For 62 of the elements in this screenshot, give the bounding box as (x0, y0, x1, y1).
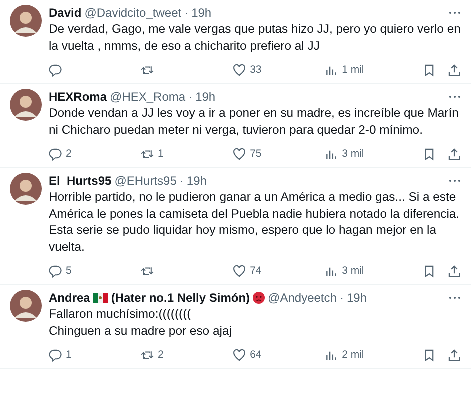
retweet-icon[interactable] (141, 348, 154, 362)
avatar[interactable] (10, 89, 42, 121)
user-handle[interactable]: @Andyeetch (268, 290, 337, 306)
reply-text: Horrible partido, no le pudieron ganar a un América a medio gas... Si a este América le pones la camiseta del Puebla nadie hubiera notado la diferencia. Esta serie se pudo liquidar hoy mismo, espero que lo hagan mejor en la vuelta. (49, 189, 461, 255)
like-icon[interactable] (233, 264, 246, 278)
separator-dot: · (340, 290, 344, 306)
reply-count: 1 (66, 349, 72, 361)
timestamp[interactable]: 19h (192, 5, 212, 21)
more-icon[interactable] (449, 11, 461, 15)
share-icon[interactable] (448, 264, 461, 278)
reply-count: 5 (66, 265, 72, 277)
timestamp[interactable]: 19h (186, 173, 207, 189)
retweet-count: 1 (158, 148, 164, 160)
like-count: 75 (250, 148, 262, 160)
display-name[interactable]: El_Hurts95 (49, 173, 112, 189)
like-count: 74 (250, 265, 262, 277)
avatar[interactable] (10, 290, 42, 322)
reply-icon[interactable] (49, 264, 62, 278)
avatar[interactable] (10, 5, 42, 37)
display-name[interactable]: David (49, 5, 82, 21)
like-icon[interactable] (233, 148, 246, 160)
more-icon[interactable] (449, 179, 461, 183)
bookmark-icon[interactable] (423, 348, 436, 362)
bookmark-icon[interactable] (423, 264, 436, 278)
views-count: 2 mil (342, 349, 364, 361)
like-count: 64 (250, 349, 262, 361)
user-handle[interactable]: @EHurts95 (114, 173, 177, 189)
retweet-icon[interactable] (141, 264, 154, 278)
share-icon[interactable] (448, 148, 461, 160)
timestamp[interactable]: 19h (196, 89, 216, 105)
reply-count: 2 (66, 148, 72, 160)
views-count: 3 mil (342, 265, 364, 277)
reply-text: Donde vendan a JJ les voy a ir a poner en su madre, es increíble que Marín ni Chicharo puedan meter ni verga, tuvieron para quedar 2-0 mínimo. (49, 105, 460, 138)
separator-dot: · (180, 173, 184, 189)
user-handle[interactable]: @Davidcito_tweet (84, 5, 182, 21)
separator-dot: · (188, 89, 193, 105)
reply-icon[interactable] (49, 348, 62, 362)
views-count: 1 mil (342, 64, 364, 76)
share-icon[interactable] (448, 64, 461, 76)
like-icon[interactable] (233, 348, 246, 362)
timestamp[interactable]: 19h (346, 290, 367, 306)
user-handle[interactable]: @HEX_Roma (110, 89, 186, 105)
views-count: 3 mil (342, 148, 364, 160)
reply-text: Fallaron muchísimo:(((((((( Chinguen a su madre por eso ajaj (49, 306, 233, 339)
separator-dot: · (184, 5, 189, 21)
avatar[interactable] (10, 173, 42, 205)
share-icon[interactable] (448, 348, 461, 362)
retweet-count: 2 (158, 349, 164, 361)
like-icon[interactable] (233, 64, 246, 76)
retweet-icon[interactable] (141, 148, 154, 160)
bookmark-icon[interactable] (423, 64, 436, 76)
more-icon[interactable] (449, 95, 461, 99)
reply-icon[interactable] (49, 64, 62, 76)
more-icon[interactable] (449, 296, 461, 300)
display-name[interactable]: HEXRoma (49, 89, 108, 105)
display-name-suffix: (Hater no.1 Nelly Simón) (111, 290, 250, 306)
reply-text: De verdad, Gago, me vale vergas que putas hizo JJ, pero yo quiero verlo en la vuelta , nmms, de eso a chicharito prefiero al JJ (49, 21, 461, 54)
bookmark-icon[interactable] (423, 148, 436, 160)
reply-icon[interactable] (49, 148, 62, 160)
like-count: 33 (250, 64, 262, 76)
retweet-icon[interactable] (141, 64, 154, 76)
display-name[interactable]: Andrea (49, 290, 90, 306)
